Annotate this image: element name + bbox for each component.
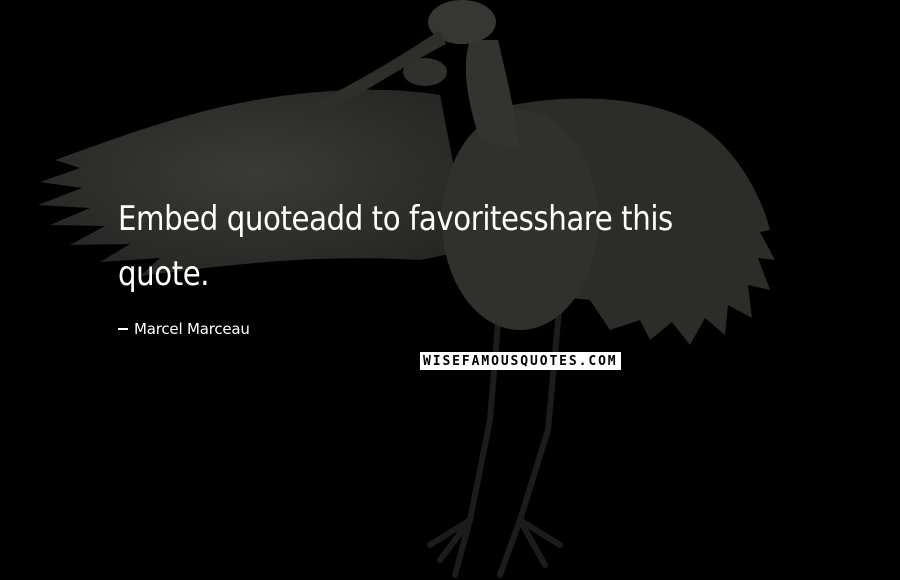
quote-image: Embed quoteadd to favoritesshare this qu… <box>0 0 900 580</box>
author-name: Marcel Marceau <box>134 320 250 338</box>
watermark-badge: WISEFAMOUSQUOTES.COM <box>420 352 621 370</box>
quote-text: Embed quoteadd to favoritesshare this qu… <box>118 199 673 295</box>
quote-author: Marcel Marceau <box>118 320 250 338</box>
author-dash <box>118 328 128 330</box>
